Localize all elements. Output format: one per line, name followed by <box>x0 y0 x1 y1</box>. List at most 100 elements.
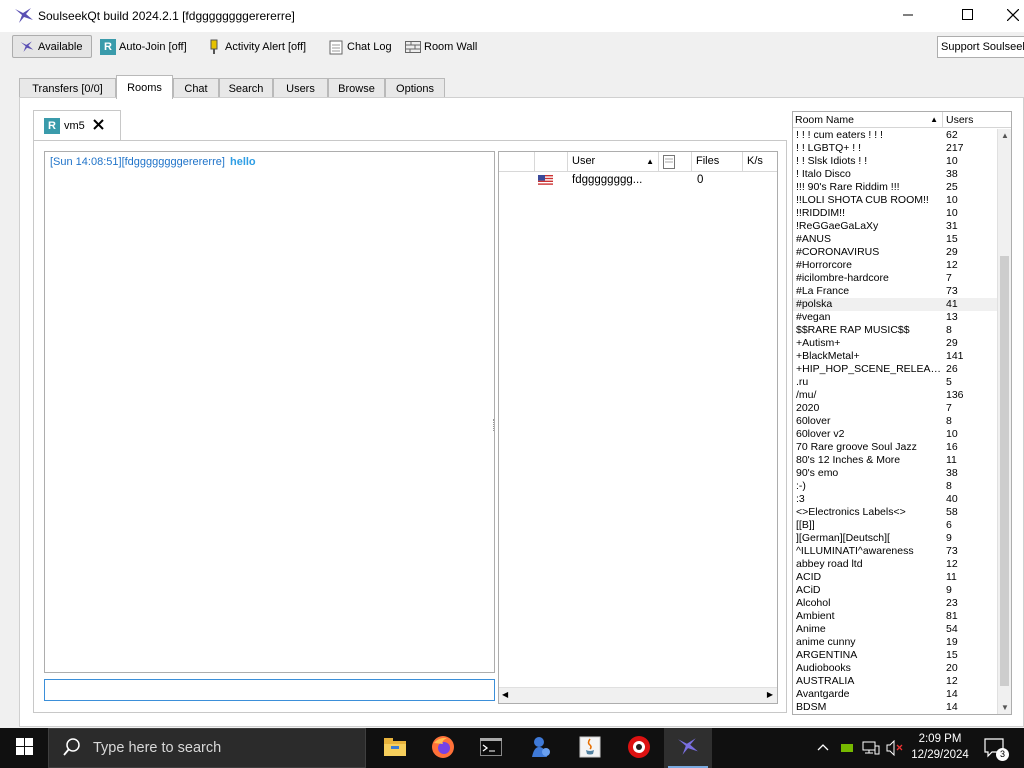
room-row[interactable]: ! ! Slsk Idiots ! ! 10 <box>793 155 997 168</box>
user-row[interactable]: fdgggggggg... 0 <box>499 173 777 189</box>
room-row[interactable]: Anime 54 <box>793 623 997 636</box>
room-row[interactable]: !!LOLI SHOTA CUB ROOM!! 10 <box>793 194 997 207</box>
minimize-button[interactable] <box>885 0 931 32</box>
tab-transfers[interactable]: Transfers [0/0] <box>19 78 116 98</box>
room-row[interactable]: $$RARE RAP MUSIC$$ 8 <box>793 324 997 337</box>
room-user-count: 11 <box>946 571 957 583</box>
terminal-button[interactable] <box>467 728 515 768</box>
room-row[interactable]: #polska 41 <box>793 298 997 311</box>
room-row[interactable]: ! ! ! cum eaters ! ! ! 62 <box>793 129 997 142</box>
room-list-scrollbar[interactable]: ▲ ▼ <box>997 129 1011 714</box>
room-row[interactable]: BDSM 14 <box>793 701 997 714</box>
nvidia-icon[interactable] <box>840 741 854 758</box>
room-row[interactable]: #icilombre-hardcore 7 <box>793 272 997 285</box>
available-button[interactable]: Available <box>12 35 92 58</box>
recorder-button[interactable] <box>615 728 663 768</box>
room-row[interactable]: ! Italo Disco 38 <box>793 168 997 181</box>
scroll-thumb[interactable] <box>1000 256 1009 686</box>
maximize-button[interactable] <box>944 0 990 32</box>
room-row[interactable]: 2020 7 <box>793 402 997 415</box>
search-placeholder: Type here to search <box>93 740 222 756</box>
room-row[interactable]: abbey road ltd 12 <box>793 558 997 571</box>
room-row[interactable]: ! ! LGBTQ+ ! ! 217 <box>793 142 997 155</box>
tab-browse[interactable]: Browse <box>328 78 385 98</box>
room-row[interactable]: ^ILLUMINATI^awareness 73 <box>793 545 997 558</box>
scroll-up-icon[interactable]: ▲ <box>1001 131 1009 140</box>
java-app-button[interactable] <box>566 728 614 768</box>
network-icon[interactable] <box>862 740 880 759</box>
file-explorer-button[interactable] <box>371 728 419 768</box>
flag-column-header[interactable] <box>535 152 568 172</box>
tab-search[interactable]: Search <box>219 78 273 98</box>
room-row[interactable]: Ambient 81 <box>793 610 997 623</box>
notes-column-header[interactable] <box>659 152 692 172</box>
room-row[interactable]: [[B]] 6 <box>793 519 997 532</box>
room-row[interactable]: #ANUS 15 <box>793 233 997 246</box>
soulseek-icon <box>675 736 701 761</box>
room-row[interactable]: 60lover 8 <box>793 415 997 428</box>
user-column-header[interactable]: User ▲ <box>568 152 659 172</box>
room-row[interactable]: +Autism+ 29 <box>793 337 997 350</box>
room-row[interactable]: :3 40 <box>793 493 997 506</box>
room-row[interactable]: anime cunny 19 <box>793 636 997 649</box>
room-row[interactable]: #CORONAVIRUS 29 <box>793 246 997 259</box>
chat-username[interactable]: [fdggggggggerererre] <box>122 156 225 168</box>
auto-join-button[interactable]: R Auto-Join [off] <box>100 36 187 58</box>
room-wall-button[interactable]: Room Wall <box>405 36 477 58</box>
room-name-column-header[interactable]: Room Name ▲ <box>793 112 943 128</box>
room-row[interactable]: #Horrorcore 12 <box>793 259 997 272</box>
room-row[interactable]: 90's emo 38 <box>793 467 997 480</box>
room-row[interactable]: !ReGGaeGaLaXy 31 <box>793 220 997 233</box>
volume-muted-icon[interactable] <box>886 739 904 759</box>
room-row[interactable]: ACiD 9 <box>793 584 997 597</box>
room-row[interactable]: 80's 12 Inches & More 11 <box>793 454 997 467</box>
room-row[interactable]: 60lover v2 10 <box>793 428 997 441</box>
close-room-icon[interactable] <box>93 118 104 133</box>
status-column-header[interactable] <box>499 152 535 172</box>
room-row[interactable]: +BlackMetal+ 141 <box>793 350 997 363</box>
room-row[interactable]: Alcohol 23 <box>793 597 997 610</box>
room-row[interactable]: ][German][Deutsch][9 <box>793 532 997 545</box>
room-row[interactable]: 70 Rare groove Soul Jazz 16 <box>793 441 997 454</box>
room-row[interactable]: ACID 11 <box>793 571 997 584</box>
room-row[interactable]: #La France 73 <box>793 285 997 298</box>
taskbar-search-box[interactable]: Type here to search <box>48 728 366 768</box>
room-row[interactable]: Avantgarde 14 <box>793 688 997 701</box>
room-row[interactable]: /mu/136 <box>793 389 997 402</box>
scroll-left-icon[interactable]: ◀ <box>502 690 508 699</box>
room-name: !!! 90's Rare Riddim !!! <box>796 181 900 193</box>
room-row[interactable]: !!! 90's Rare Riddim !!! 25 <box>793 181 997 194</box>
firefox-button[interactable] <box>419 728 467 768</box>
files-column-header[interactable]: Files <box>692 152 743 172</box>
tab-chat[interactable]: Chat <box>173 78 219 98</box>
tab-users[interactable]: Users <box>273 78 328 98</box>
room-row[interactable]: Audiobooks 20 <box>793 662 997 675</box>
room-row[interactable]: AUSTRALIA 12 <box>793 675 997 688</box>
room-row[interactable]: +HIP_HOP_SCENE_RELEASES+ 26 <box>793 363 997 376</box>
chevron-up-icon[interactable] <box>816 740 830 757</box>
room-row[interactable]: #vegan 13 <box>793 311 997 324</box>
agent-app-button[interactable] <box>516 728 564 768</box>
room-row[interactable]: :-) 8 <box>793 480 997 493</box>
users-column-header[interactable]: Users <box>944 112 1011 128</box>
close-button[interactable] <box>990 0 1024 32</box>
horizontal-scrollbar[interactable]: ◀ ▶ <box>499 687 777 703</box>
room-row[interactable]: .ru 5 <box>793 376 997 389</box>
speed-column-header[interactable]: K/s <box>743 152 777 172</box>
chat-log-button[interactable]: Chat Log <box>328 36 392 58</box>
chat-input[interactable] <box>44 679 495 701</box>
soulseek-taskbar-button[interactable] <box>664 728 712 768</box>
tab-options[interactable]: Options <box>385 78 445 98</box>
room-tab-vm5[interactable]: R vm5 <box>33 110 121 140</box>
activity-alert-button[interactable]: Activity Alert [off] <box>206 36 306 58</box>
splitter-handle[interactable] <box>493 419 496 431</box>
room-row[interactable]: !!RIDDIM!! 10 <box>793 207 997 220</box>
scroll-down-icon[interactable]: ▼ <box>1001 703 1009 712</box>
room-row[interactable]: ARGENTINA 15 <box>793 649 997 662</box>
room-row[interactable]: <>Electronics Labels<> 58 <box>793 506 997 519</box>
support-soulseek-button[interactable]: Support Soulseek <box>937 36 1024 58</box>
clock[interactable]: 2:09 PM 12/29/2024 <box>906 731 974 763</box>
scroll-right-icon[interactable]: ▶ <box>767 690 773 699</box>
tab-rooms[interactable]: Rooms <box>116 75 173 99</box>
start-button[interactable] <box>0 728 48 768</box>
